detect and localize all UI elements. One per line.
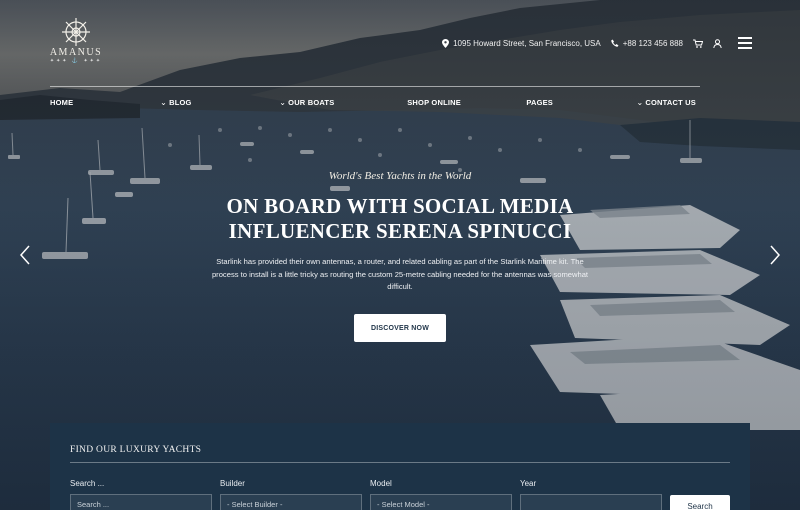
chevron-down-icon: ⌄	[636, 98, 644, 107]
year-field: Year	[520, 479, 662, 510]
hero-kicker: World's Best Yachts in the World	[328, 170, 472, 182]
yacht-search-panel: FIND OUR LUXURY YACHTS Search ... Search…	[50, 423, 750, 510]
hero-title-line-1: ON BOARD WITH SOCIAL MEDIA	[226, 194, 574, 218]
chevron-down-icon: ⌄	[279, 98, 287, 107]
nav-item-label: OUR BOATS	[288, 98, 335, 107]
builder-field: Builder - Select Builder -	[220, 479, 362, 510]
chevron-down-icon: ⌄	[160, 98, 168, 107]
location-pin-icon	[442, 38, 450, 48]
address-item: 1095 Howard Street, San Francisco, USA	[442, 38, 601, 48]
builder-select[interactable]: - Select Builder -	[220, 494, 362, 510]
nav-item-our-boats[interactable]: OUR BOATS	[288, 86, 408, 107]
model-label: Model	[370, 479, 392, 488]
nav-item-label: CONTACT US	[645, 98, 696, 107]
hero-description: Starlink has provided their own antennas…	[211, 257, 589, 291]
nav-item-blog[interactable]: BLOG ⌄	[169, 86, 289, 107]
menu-icon[interactable]	[738, 37, 752, 49]
top-bar: 1095 Howard Street, San Francisco, USA +…	[442, 35, 752, 51]
nav-item-pages[interactable]: PAGES ⌄	[526, 86, 646, 107]
slider-next-arrow-icon[interactable]	[768, 244, 782, 266]
logo[interactable]: AMANUS ✦✦✦ ⚓ ✦✦✦	[48, 16, 104, 70]
search-label: Search ...	[70, 479, 105, 488]
model-field: Model - Select Model -	[370, 479, 512, 510]
slider-prev-arrow-icon[interactable]	[18, 244, 32, 266]
nav-item-label: BLOG	[169, 98, 192, 107]
nav-item-shop-online[interactable]: SHOP ONLINE	[407, 86, 527, 107]
year-label: Year	[520, 479, 537, 488]
search-input[interactable]: Search ...	[70, 494, 212, 510]
nav-item-label: HOME	[50, 98, 74, 107]
user-icon[interactable]	[713, 38, 722, 48]
address-text: 1095 Howard Street, San Francisco, USA	[453, 38, 601, 48]
hero-title: ON BOARD WITH SOCIAL MEDIA INFLUENCER SE…	[0, 194, 800, 244]
brand-name: AMANUS	[49, 47, 103, 58]
phone-icon	[610, 39, 619, 47]
nav-item-label: SHOP ONLINE	[407, 98, 461, 107]
panel-divider	[70, 462, 730, 463]
main-nav: HOME ⌄ BLOG ⌄ OUR BOATS SHOP ONLINE PAGE…	[50, 86, 700, 107]
panel-title: FIND OUR LUXURY YACHTS	[70, 445, 202, 455]
builder-label: Builder	[220, 479, 245, 488]
discover-now-button[interactable]: DISCOVER NOW	[354, 314, 446, 342]
phone-number: +88 123 456 888	[622, 38, 683, 48]
search-button[interactable]: Search	[670, 495, 730, 510]
model-select[interactable]: - Select Model -	[370, 494, 512, 510]
brand-tagline: ✦✦✦ ⚓ ✦✦✦	[49, 58, 103, 64]
ship-wheel-icon	[62, 18, 90, 46]
year-input[interactable]	[520, 494, 662, 510]
cart-icon[interactable]	[693, 39, 703, 48]
nav-item-label: PAGES	[526, 98, 554, 107]
nav-item-home[interactable]: HOME ⌄	[50, 86, 170, 107]
hero-title-line-2: INFLUENCER SERENA SPINUCCI	[228, 219, 572, 243]
nav-item-contact-us[interactable]: CONTACT US	[645, 86, 700, 107]
search-field: Search ... Search ...	[70, 479, 212, 510]
phone-item[interactable]: +88 123 456 888	[610, 38, 683, 48]
